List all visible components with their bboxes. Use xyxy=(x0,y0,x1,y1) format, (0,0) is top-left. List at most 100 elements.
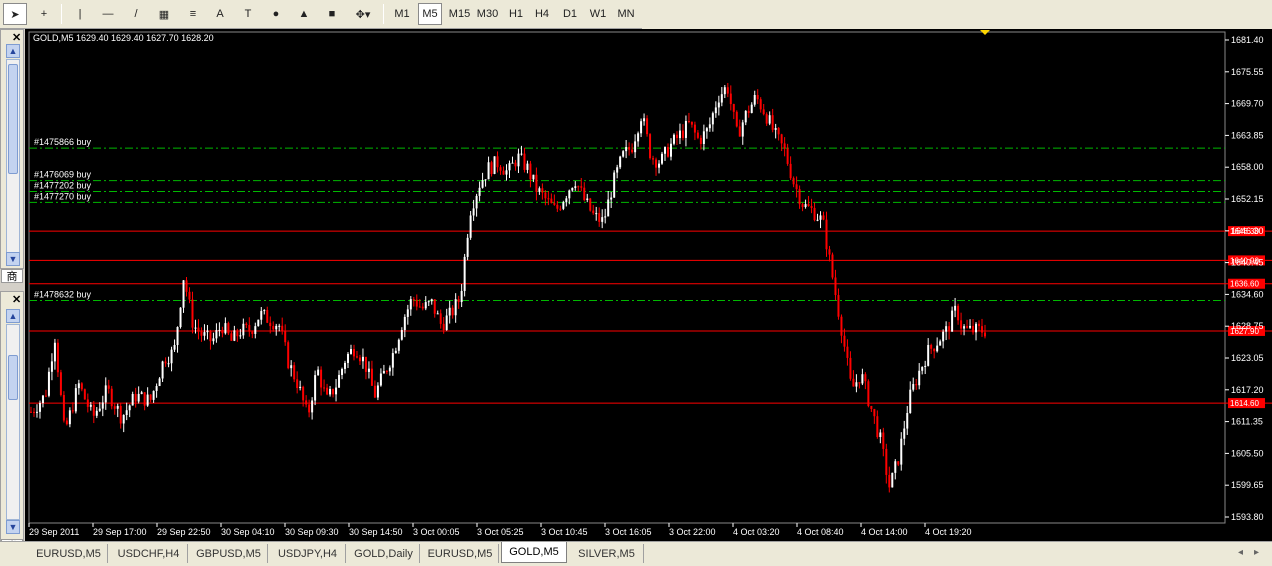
candle-body xyxy=(32,411,35,413)
close-icon[interactable]: ✕ xyxy=(12,31,21,44)
price-axis-label: 1599.65 xyxy=(1231,480,1264,490)
panel-tab-label[interactable]: 商 xyxy=(1,269,23,283)
scroll-down-icon[interactable]: ▼ xyxy=(6,252,20,266)
ellipse-icon[interactable]: ● xyxy=(264,3,288,25)
candle-body xyxy=(116,405,119,409)
candle-body xyxy=(77,383,80,389)
timeframe-m1-button[interactable]: M1 xyxy=(390,3,414,25)
candle-body xyxy=(445,315,448,331)
candle-body xyxy=(436,313,439,315)
text-label-icon[interactable]: T xyxy=(236,3,260,25)
candle-body xyxy=(167,363,170,365)
chart-tab[interactable]: USDJPY,H4 xyxy=(270,544,346,563)
chart-tab[interactable]: EURUSD,M5 xyxy=(422,544,499,563)
horizontal-line-icon[interactable]: — xyxy=(96,3,120,25)
candle-body xyxy=(550,198,553,204)
price-axis-label: 1634.60 xyxy=(1231,289,1264,299)
time-axis-label: 29 Sep 2011 xyxy=(29,527,79,537)
candle-body xyxy=(622,151,625,157)
rectangle-icon[interactable]: ■ xyxy=(320,3,344,25)
trendline-icon[interactable]: / xyxy=(124,3,148,25)
candle-body xyxy=(122,415,125,424)
triangle-icon[interactable]: ▲ xyxy=(292,3,316,25)
scroll-up-icon[interactable]: ▲ xyxy=(6,44,20,58)
candle-body xyxy=(221,329,224,334)
vertical-line-icon[interactable]: | xyxy=(68,3,92,25)
candle-body xyxy=(595,213,598,215)
tab-scroll-right-icon[interactable]: ▸ xyxy=(1254,547,1259,558)
candle-body xyxy=(978,323,981,327)
candle-body xyxy=(628,147,631,150)
candle-body xyxy=(466,237,469,257)
candle-body xyxy=(846,346,849,358)
chart-window[interactable]: 1646.30 1640.90 1636.60 1627.90 1614.60 #1475… xyxy=(25,29,1272,541)
price-axis-label: 1681.40 xyxy=(1231,35,1264,45)
candle-body xyxy=(807,204,810,207)
candle-body xyxy=(831,254,834,278)
candle-body xyxy=(672,134,675,144)
chart-tab[interactable]: GOLD,Daily xyxy=(348,544,420,563)
price-chart[interactable]: 1646.301640.901636.601627.901614.60#1475… xyxy=(25,29,1272,541)
candle-body xyxy=(577,186,580,188)
timeframe-d1-button[interactable]: D1 xyxy=(558,3,582,25)
candle-body xyxy=(427,301,430,303)
chart-tab[interactable]: SILVER,M5 xyxy=(570,544,644,563)
candle-body xyxy=(263,310,266,312)
candle-body xyxy=(619,156,622,168)
candle-body xyxy=(765,114,768,124)
scroll-down-icon[interactable]: ▼ xyxy=(6,520,20,534)
chart-tab[interactable]: EURUSD,M5 xyxy=(30,544,108,563)
timeframe-m30-button[interactable]: M30 xyxy=(474,3,501,25)
scrollbar-thumb[interactable] xyxy=(8,355,18,400)
candle-body xyxy=(942,331,945,342)
chart-tab[interactable]: GBPUSD,M5 xyxy=(190,544,268,563)
chart-tab[interactable]: GOLD,M5 xyxy=(501,542,567,563)
candle-body xyxy=(705,128,708,132)
timeframe-h4-button[interactable]: H4 xyxy=(530,3,554,25)
scrollbar[interactable] xyxy=(6,59,20,255)
candle-body xyxy=(822,215,825,220)
candle-body xyxy=(454,299,457,316)
arrows-dropdown-icon[interactable]: ✥▾ xyxy=(348,3,378,25)
candle-body xyxy=(137,393,140,402)
timeframe-m15-button[interactable]: M15 xyxy=(446,3,473,25)
candle-body xyxy=(212,338,215,342)
candle-body xyxy=(523,153,526,170)
candle-body xyxy=(780,134,783,144)
candle-body xyxy=(885,448,888,475)
candle-body xyxy=(783,143,786,149)
equidistant-channel-icon[interactable]: ▦ xyxy=(152,3,176,25)
close-icon[interactable]: ✕ xyxy=(12,293,21,306)
candle-body xyxy=(218,329,221,331)
price-axis-label: 1646.30 xyxy=(1231,226,1264,236)
candle-body xyxy=(206,330,209,333)
candle-body xyxy=(314,375,317,401)
chart-tab[interactable]: USDCHF,H4 xyxy=(110,544,188,563)
fibonacci-retracement-icon[interactable]: ≡ xyxy=(181,3,205,25)
candle-body xyxy=(870,405,873,410)
candle-body xyxy=(248,325,251,332)
timeframe-w1-button[interactable]: W1 xyxy=(586,3,610,25)
candle-body xyxy=(852,378,855,387)
candle-body xyxy=(675,134,678,139)
candle-body xyxy=(305,400,308,405)
cursor-icon[interactable]: ➤ xyxy=(3,3,27,25)
candle-body xyxy=(433,299,436,314)
scrollbar[interactable] xyxy=(6,324,20,520)
candle-body xyxy=(759,99,762,110)
candle-body xyxy=(475,195,478,209)
candle-body xyxy=(714,107,717,114)
text-icon[interactable]: A xyxy=(208,3,232,25)
candle-body xyxy=(65,420,68,425)
scrollbar-thumb[interactable] xyxy=(8,64,18,174)
scroll-up-icon[interactable]: ▲ xyxy=(6,309,20,323)
tab-scroll-left-icon[interactable]: ◂ xyxy=(1238,547,1243,558)
candle-body xyxy=(819,215,822,220)
order-line-label: #1476069 buy xyxy=(34,170,92,180)
crosshair-icon[interactable]: + xyxy=(32,3,56,25)
candle-body xyxy=(329,388,332,395)
timeframe-h1-button[interactable]: H1 xyxy=(504,3,528,25)
timeframe-mn-button[interactable]: MN xyxy=(614,3,638,25)
candle-body xyxy=(771,115,774,130)
timeframe-m5-button[interactable]: M5 xyxy=(418,3,442,25)
